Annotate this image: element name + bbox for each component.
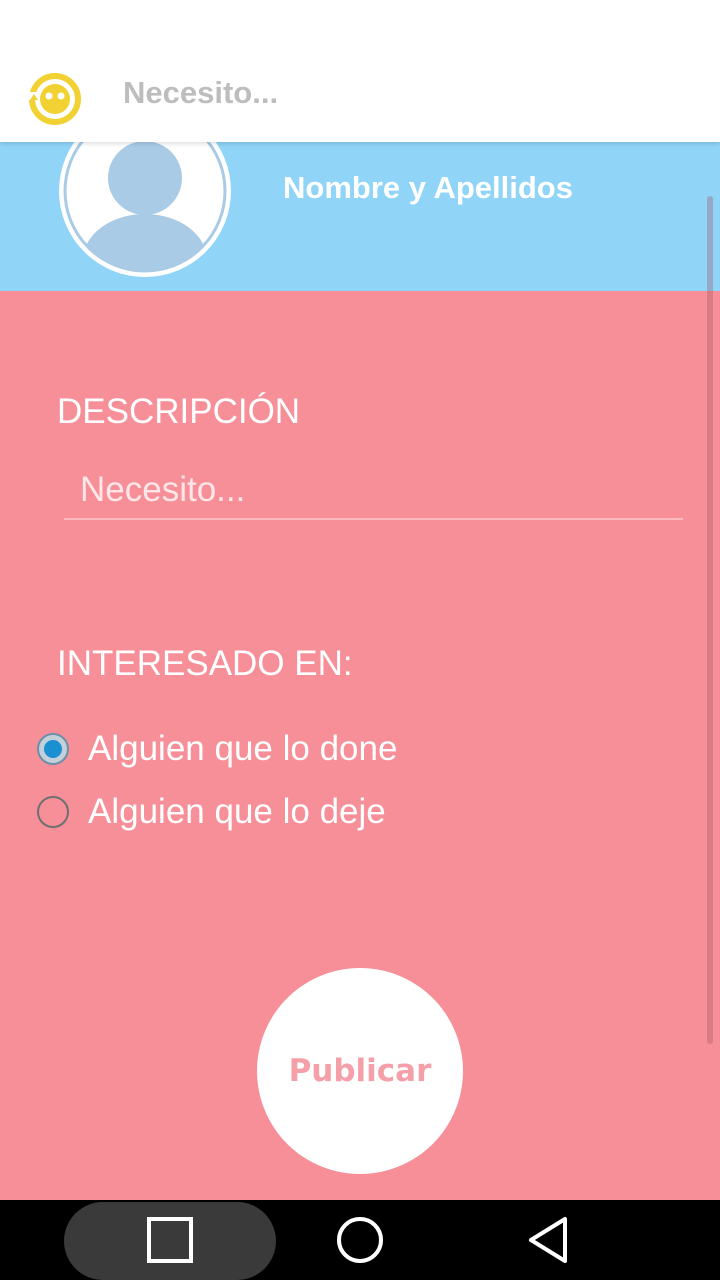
smiley-logo-icon[interactable]: [28, 72, 82, 126]
scrollbar[interactable]: [707, 196, 713, 1044]
system-nav-bar: [0, 1200, 720, 1280]
post-request-screen: Necesito... Nombre y Apellidos DESCRIPCI…: [0, 0, 720, 1280]
radio-button-selected[interactable]: [37, 733, 69, 765]
recent-apps-button[interactable]: [125, 1200, 215, 1280]
triangle-back-icon: [529, 1217, 567, 1263]
description-label: DESCRIPCIÓN: [57, 392, 301, 431]
publish-button[interactable]: Publicar: [257, 968, 463, 1174]
square-recent-apps-icon: [147, 1217, 193, 1263]
radio-option-label: Alguien que lo deje: [88, 792, 386, 831]
app-title: Necesito...: [123, 75, 279, 110]
profile-name: Nombre y Apellidos: [283, 170, 573, 205]
radio-button-unselected[interactable]: [37, 796, 69, 828]
radio-option-lend[interactable]: Alguien que lo deje: [37, 787, 386, 837]
radio-option-label: Alguien que lo done: [88, 729, 398, 768]
description-input[interactable]: [64, 462, 683, 520]
app-bar: Necesito...: [0, 0, 720, 142]
interest-label: INTERESADO EN:: [57, 644, 353, 683]
home-button[interactable]: [315, 1200, 405, 1280]
back-button[interactable]: [504, 1200, 594, 1280]
radio-option-donate[interactable]: Alguien que lo done: [37, 724, 397, 774]
circle-home-icon: [337, 1217, 383, 1263]
